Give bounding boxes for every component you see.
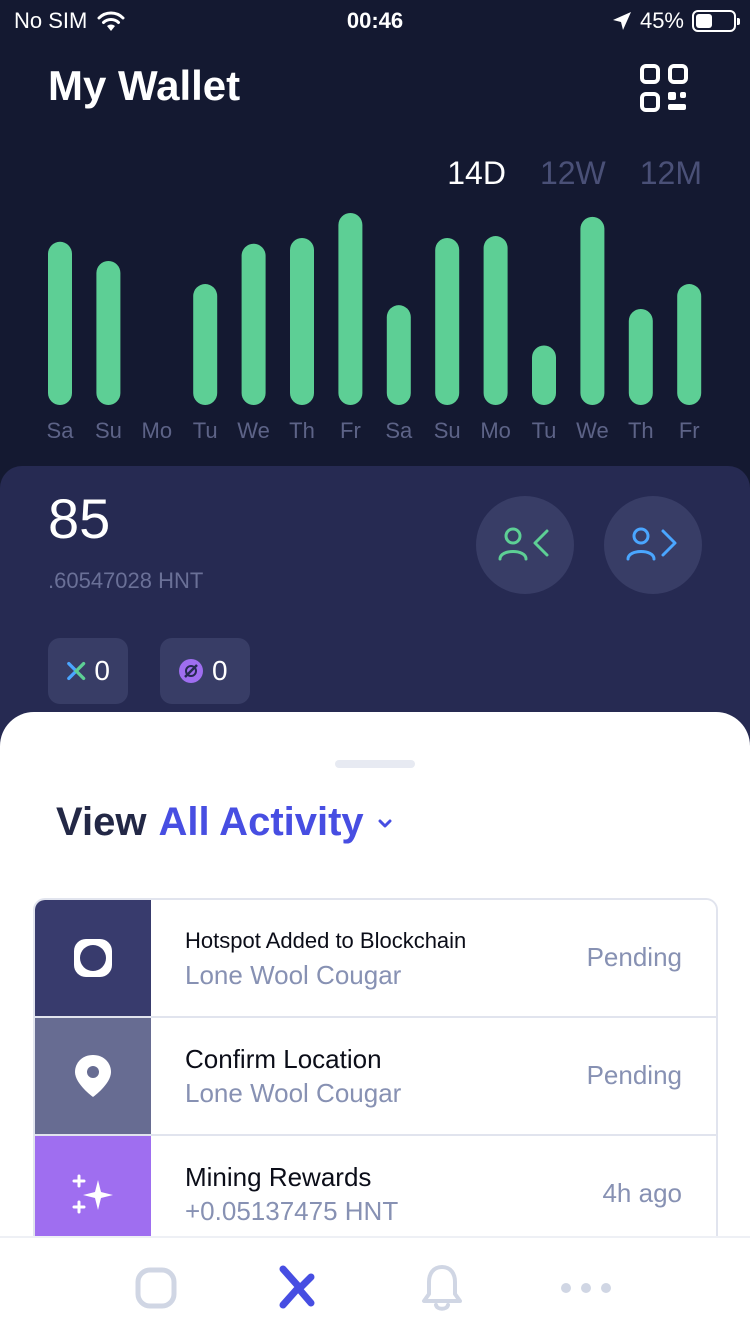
chart-day-label: We <box>576 418 609 443</box>
chart-day-label: Fr <box>679 418 700 443</box>
chart-bar <box>48 241 72 405</box>
chart-day-label: Mo <box>142 418 173 443</box>
activity-row-icon <box>35 900 151 1016</box>
chart-bar <box>677 284 702 405</box>
chart-bar <box>628 309 653 405</box>
qr-code-icon[interactable] <box>640 64 688 112</box>
security-token-icon <box>179 659 203 683</box>
chart-day-label: Tu <box>193 418 218 443</box>
activity-title: Hotspot Added to Blockchain <box>185 928 467 953</box>
activity-status: 4h ago <box>602 1178 682 1208</box>
chart-bar <box>386 305 411 405</box>
chart-day-label: Th <box>628 418 654 443</box>
user-send-icon <box>626 527 677 561</box>
chart-day-label: Tu <box>532 418 557 443</box>
bell-icon <box>422 1265 462 1311</box>
chart-bar <box>241 243 266 405</box>
activity-row-icon <box>35 1018 151 1134</box>
chart-bar <box>338 213 363 405</box>
location-arrow-icon <box>612 12 631 30</box>
tab-hotspots[interactable] <box>126 1264 186 1312</box>
wallet-header-area: No SIM 00:46 45% My Wallet 14D 12W 12M S… <box>0 0 750 470</box>
activity-subtitle: +0.05137475 HNT <box>185 1196 399 1226</box>
activity-subtitle: Lone Wool Cougar <box>185 960 402 990</box>
security-token-balance: 0 <box>212 655 228 686</box>
security-tokens-chip[interactable]: 0 <box>160 638 250 704</box>
activity-list: Hotspot Added to Blockchain Lone Wool Co… <box>33 898 718 1256</box>
chart-bar <box>532 345 556 405</box>
send-button[interactable] <box>604 496 702 594</box>
activity-status: Pending <box>586 942 682 972</box>
chart-day-label: Su <box>95 418 122 443</box>
status-bar: No SIM 00:46 45% <box>0 0 750 42</box>
battery-fill <box>696 14 713 28</box>
user-receive-icon <box>498 527 549 561</box>
chart-day-label: Sa <box>385 418 413 443</box>
tab-wallet[interactable] <box>268 1264 328 1312</box>
chart-bar <box>290 237 314 405</box>
page-title: My Wallet <box>48 62 241 109</box>
chart-bar <box>483 236 508 405</box>
location-pin-icon <box>75 1055 111 1097</box>
activity-title: Mining Rewards <box>185 1162 372 1192</box>
battery-icon <box>692 10 740 32</box>
more-icon <box>561 1283 611 1293</box>
data-credits-chip[interactable]: 0 <box>48 638 128 704</box>
chart-bar <box>435 237 460 405</box>
hotspots-tab-icon <box>135 1267 177 1309</box>
chart-day-label: We <box>237 418 270 443</box>
range-14d[interactable]: 14D <box>447 155 506 192</box>
range-12w[interactable]: 12W <box>540 155 606 192</box>
chart-bar <box>193 284 218 405</box>
hotspot-icon <box>74 939 112 977</box>
request-button[interactable] <box>476 496 574 594</box>
tab-more[interactable] <box>556 1264 616 1312</box>
chevron-down-icon[interactable] <box>376 814 394 832</box>
activity-filter[interactable]: View All Activity <box>56 800 394 845</box>
balance-decimal: .60547028 HNT <box>48 568 204 593</box>
balance-integer: 85 <box>48 487 111 550</box>
balance-bar-chart: Sa Su Mo Tu We Th Fr Sa Su Mo Tu We Th Fr <box>47 213 702 443</box>
activity-row-hotspot-added[interactable]: Hotspot Added to Blockchain Lone Wool Co… <box>35 900 716 1018</box>
activity-row-confirm-location[interactable]: Confirm Location Lone Wool Cougar Pendin… <box>35 1018 716 1136</box>
activity-title: Confirm Location <box>185 1044 382 1074</box>
sheet-drag-handle[interactable] <box>335 760 415 768</box>
range-12m[interactable]: 12M <box>640 155 702 192</box>
chart-range-selector: 14D 12W 12M <box>447 155 702 192</box>
data-credits-icon <box>67 661 86 681</box>
sparkle-icon <box>72 1174 113 1214</box>
tab-bar <box>0 1236 750 1334</box>
battery-percent: 45% <box>639 8 684 33</box>
chart-day-label: Su <box>434 418 461 443</box>
chart-day-label: Th <box>289 418 315 443</box>
activity-status: Pending <box>586 1060 682 1090</box>
chart-day-label: Fr <box>340 418 361 443</box>
activity-subtitle: Lone Wool Cougar <box>185 1078 402 1108</box>
view-label: View <box>56 800 147 844</box>
tab-notifications[interactable] <box>412 1264 472 1312</box>
chart-day-label: Mo <box>480 418 511 443</box>
chart-bar <box>96 261 121 405</box>
activity-filter-value[interactable]: All Activity <box>158 800 363 845</box>
data-credits-balance: 0 <box>94 655 110 686</box>
wallet-tab-icon <box>279 1265 315 1309</box>
chart-day-label: Sa <box>47 418 75 443</box>
chart-bar <box>580 216 605 405</box>
